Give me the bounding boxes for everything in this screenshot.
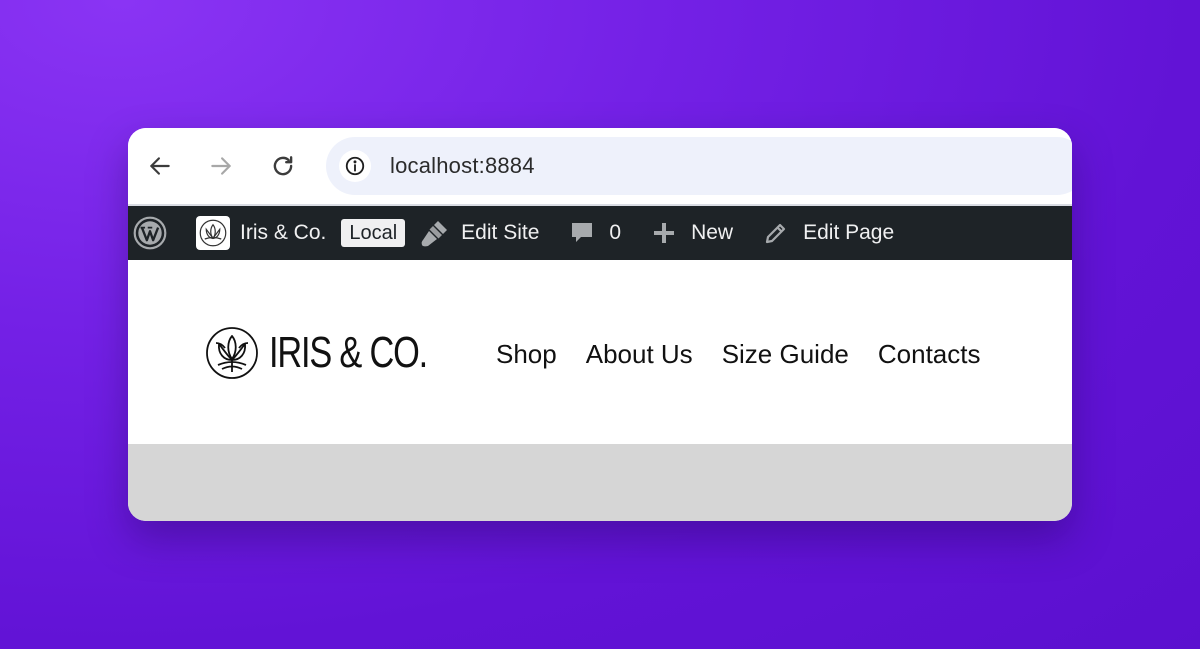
edit-site-button[interactable]: Edit Site — [405, 206, 539, 260]
environment-badge: Local — [341, 219, 406, 247]
address-bar[interactable]: localhost:8884 — [326, 137, 1072, 195]
edit-page-label: Edit Page — [803, 221, 895, 244]
edit-page-button[interactable]: Edit Page — [733, 206, 894, 260]
primary-navigation: Shop About Us Size Guide Contacts — [496, 334, 980, 374]
comments-count: 0 — [609, 221, 622, 244]
wordpress-logo-icon — [133, 216, 167, 250]
forward-button[interactable] — [201, 146, 241, 186]
browser-toolbar: localhost:8884 — [128, 128, 1072, 204]
site-logo-text: IRIS & CO. — [269, 328, 428, 377]
nav-link-about-us[interactable]: About Us — [586, 339, 693, 370]
info-icon — [345, 156, 365, 176]
reload-button[interactable] — [263, 146, 303, 186]
back-button[interactable] — [140, 146, 180, 186]
browser-window: localhost:8884 Iris & Co. Local Edit Sit… — [128, 128, 1072, 521]
url-text[interactable]: localhost:8884 — [390, 153, 535, 179]
comment-bubble-icon — [572, 223, 593, 242]
iris-logo-icon — [205, 326, 259, 380]
site-header: IRIS & CO. Shop About Us Size Guide Cont… — [128, 260, 1072, 444]
site-info-button[interactable] — [339, 150, 371, 182]
site-name: Iris & Co. — [240, 221, 327, 244]
nav-link-size-guide[interactable]: Size Guide — [722, 339, 849, 370]
edit-site-label: Edit Site — [461, 221, 540, 244]
wp-admin-bar: Iris & Co. Local Edit Site 0 New Edit Pa… — [128, 204, 1072, 260]
plus-icon — [654, 223, 675, 243]
nav-link-shop[interactable]: Shop — [496, 339, 557, 370]
pencil-icon — [765, 223, 786, 244]
arrow-right-icon — [211, 157, 231, 175]
hero-placeholder — [128, 444, 1072, 521]
arrow-left-icon — [150, 157, 170, 175]
reload-icon — [273, 156, 293, 176]
site-name-menu[interactable]: Iris & Co. — [168, 206, 326, 260]
wp-logo-menu[interactable] — [132, 215, 168, 251]
new-content-button[interactable]: New — [621, 206, 733, 260]
paintbrush-icon — [421, 221, 448, 247]
site-logo-link[interactable]: IRIS & CO. — [205, 326, 472, 380]
new-label: New — [691, 221, 734, 244]
site-logo-icon — [196, 216, 230, 250]
nav-link-contacts[interactable]: Contacts — [878, 339, 981, 370]
comments-button[interactable]: 0 — [539, 206, 621, 260]
